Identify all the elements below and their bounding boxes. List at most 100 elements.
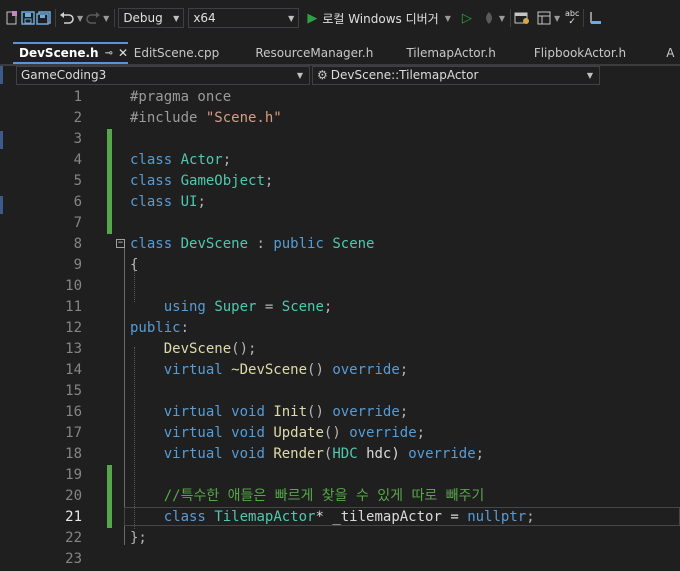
code-line-6[interactable]: 6 class UI; — [16, 192, 680, 213]
tab-devscene-h[interactable]: DevScene.h ⊸ ✕ — [13, 42, 128, 64]
code-line-17[interactable]: 17 virtual void Update() override; — [16, 423, 680, 444]
data-sources-tab[interactable] — [0, 196, 3, 214]
preprocessor-directive: #pragma once — [130, 89, 232, 105]
tab-editscene-cpp[interactable]: EditScene.cpp — [128, 42, 250, 64]
server-explorer-tab[interactable] — [0, 131, 3, 149]
line-number: 7 — [73, 215, 82, 231]
redo-dropdown-icon[interactable]: ▼ — [103, 14, 109, 23]
line-number: 4 — [73, 152, 82, 168]
function-name: Render — [273, 446, 324, 462]
toolbox-tab[interactable] — [0, 66, 3, 84]
change-marker — [107, 150, 112, 171]
function-name: Init — [273, 404, 308, 420]
new-project-icon[interactable] — [4, 8, 20, 28]
keyword: nullptr — [467, 509, 527, 525]
hot-reload-icon[interactable] — [481, 8, 497, 28]
keyword: virtual — [163, 362, 223, 378]
navigation-bar: GameCoding3 ▼ ⚙ DevScene::TilemapActor ▼ — [16, 65, 680, 85]
tab-label: A — [666, 46, 675, 60]
code-comment: //특수한 애들은 빠르게 찾을 수 있게 따로 빼주기 — [163, 488, 485, 504]
line-number: 13 — [65, 341, 82, 357]
code-line-21[interactable]: 21 class TilemapActor* _tilemapActor = n… — [16, 507, 680, 528]
class-icon: ⚙ — [317, 68, 328, 82]
redo-icon[interactable] — [85, 8, 101, 28]
code-line-5[interactable]: 5 class GameObject; — [16, 171, 680, 192]
code-line-22[interactable]: 22 }; — [16, 528, 680, 549]
document-tab-bar: DevScene.h ⊸ ✕ EditScene.cpp ResourceMan… — [0, 42, 680, 66]
code-line-1[interactable]: 1 #pragma once — [16, 87, 680, 108]
keyword: using — [163, 299, 206, 315]
code-line-4[interactable]: 4 class Actor; — [16, 150, 680, 171]
platform-value: x64 — [193, 11, 216, 25]
code-line-2[interactable]: 2 #include "Scene.h" — [16, 108, 680, 129]
code-line-18[interactable]: 18 virtual void Render(HDC hdc) override… — [16, 444, 680, 465]
code-line-14[interactable]: 14 virtual ~DevScene() override; — [16, 360, 680, 381]
main-toolbar: ▼ ▼ Debug ▼ x64 ▼ ▶ 로컬 Windows 디버거 ▼ ▷ ▼… — [0, 0, 680, 36]
keyword: class — [130, 194, 173, 210]
line-number: 19 — [65, 467, 82, 483]
code-line-16[interactable]: 16 virtual void Init() override; — [16, 402, 680, 423]
punctuation: ; — [323, 299, 333, 315]
code-line-19[interactable]: 19 — [16, 465, 680, 486]
code-line-23[interactable]: 23 — [16, 549, 680, 570]
punctuation: }; — [130, 530, 147, 546]
line-number: 1 — [73, 89, 82, 105]
window-layout-icon[interactable] — [536, 8, 552, 28]
keyword: virtual — [163, 446, 223, 462]
solution-explorer-icon[interactable] — [514, 8, 530, 28]
undo-dropdown-icon[interactable]: ▼ — [77, 14, 83, 23]
undo-icon[interactable] — [59, 8, 75, 28]
line-number: 18 — [65, 446, 82, 462]
tab-tilemapactor-h[interactable]: TilemapActor.h — [400, 42, 527, 64]
line-number: 14 — [65, 362, 82, 378]
code-line-20[interactable]: 20 //특수한 애들은 빠르게 찾을 수 있게 따로 빼주기 — [16, 486, 680, 507]
scope-dropdown[interactable]: ⚙ DevScene::TilemapActor ▼ — [312, 65, 600, 85]
start-debugging-button[interactable]: ▶ 로컬 Windows 디버거 ▼ — [307, 8, 453, 28]
change-marker — [107, 465, 112, 486]
keyword: override — [332, 404, 400, 420]
save-icon[interactable] — [20, 8, 36, 28]
configuration-dropdown[interactable]: Debug ▼ — [118, 8, 185, 28]
toolbar-separator — [583, 9, 585, 27]
line-number: 10 — [65, 278, 82, 294]
pin-icon[interactable]: ⊸ — [105, 48, 113, 59]
tab-flipbookactor-h[interactable]: FlipbookActor.h — [528, 42, 660, 64]
close-icon[interactable]: ✕ — [118, 46, 128, 60]
code-line-7[interactable]: 7 — [16, 213, 680, 234]
code-line-12[interactable]: 12 public: — [16, 318, 680, 339]
tab-resourcemanager-h[interactable]: ResourceManager.h — [249, 42, 400, 64]
tab-overflow[interactable]: A — [660, 42, 680, 64]
collapse-icon[interactable]: − — [116, 239, 125, 248]
start-without-debugging-icon[interactable]: ▷ — [459, 8, 475, 28]
code-line-3[interactable]: 3 — [16, 129, 680, 150]
punctuation: ; — [475, 446, 485, 462]
platform-dropdown[interactable]: x64 ▼ — [188, 8, 300, 28]
code-line-15[interactable]: 15 — [16, 381, 680, 402]
code-line-10[interactable]: 10 — [16, 276, 680, 297]
punctuation: { — [130, 257, 139, 273]
configuration-value: Debug — [123, 11, 163, 25]
code-line-11[interactable]: 11 using Super = Scene; — [16, 297, 680, 318]
project-dropdown[interactable]: GameCoding3 ▼ — [16, 65, 310, 85]
layout-dropdown-icon[interactable]: ▼ — [554, 14, 560, 23]
change-marker — [107, 213, 112, 234]
hot-reload-dropdown-icon[interactable]: ▼ — [499, 14, 505, 23]
preprocessor-directive: #include — [130, 110, 206, 126]
code-line-8[interactable]: 8 − class DevScene : public Scene — [16, 234, 680, 255]
scope-value: DevScene::TilemapActor — [330, 68, 479, 82]
keyword: virtual — [163, 425, 223, 441]
chevron-down-icon: ▼ — [173, 13, 180, 23]
type-name: GameObject — [180, 173, 265, 189]
keyword: override — [408, 446, 476, 462]
line-number: 6 — [73, 194, 82, 210]
code-line-13[interactable]: 13 DevScene(); — [16, 339, 680, 360]
line-number: 9 — [73, 257, 82, 273]
text-cursor-icon[interactable] — [587, 8, 603, 28]
code-editor[interactable]: 1 #pragma once 2 #include "Scene.h" 3 4 … — [16, 87, 680, 571]
code-line-9[interactable]: 9 { — [16, 255, 680, 276]
chevron-down-icon: ▼ — [288, 13, 295, 23]
keyword: class — [130, 173, 173, 189]
save-all-icon[interactable] — [36, 8, 52, 28]
spellcheck-icon[interactable]: abc ✓ — [564, 8, 580, 28]
toolbar-separator — [510, 9, 512, 27]
